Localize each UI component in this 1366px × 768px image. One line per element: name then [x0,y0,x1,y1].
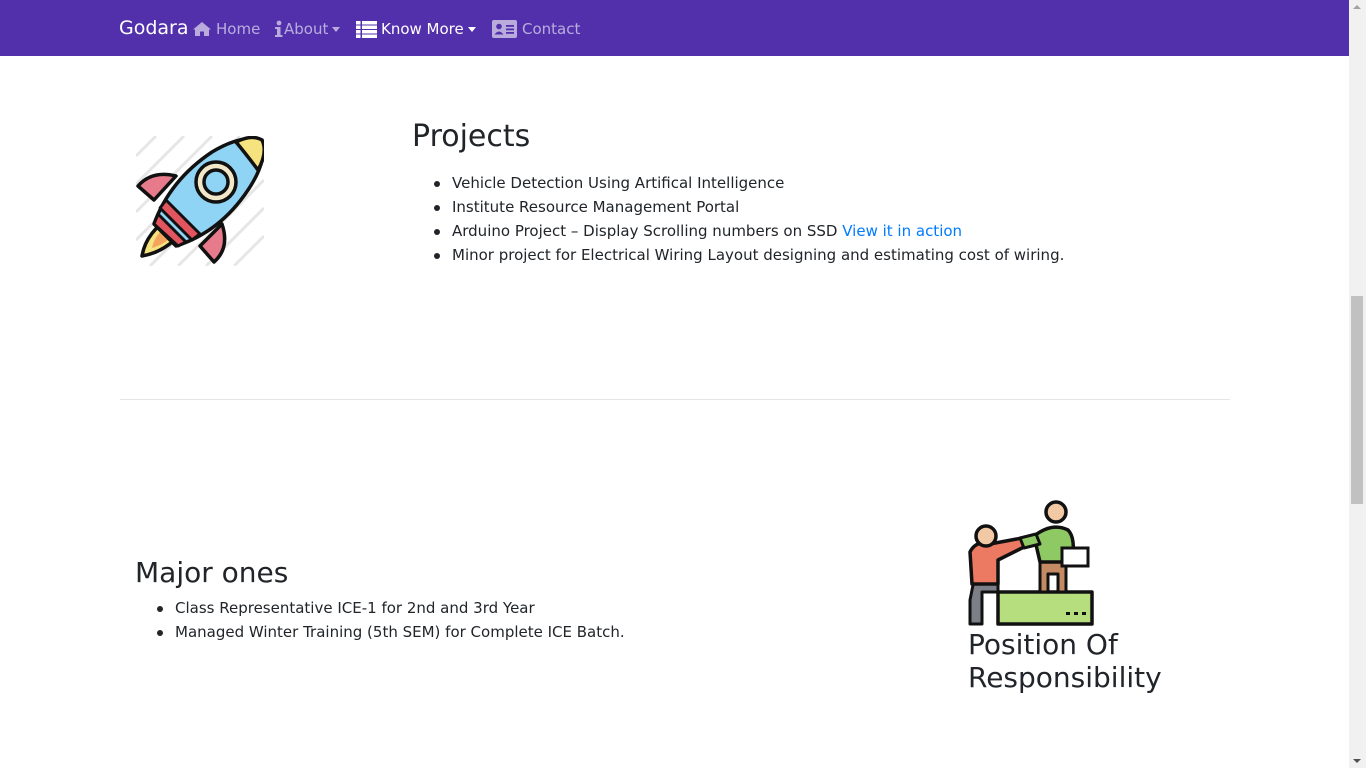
vertical-scrollbar[interactable] [1349,0,1366,768]
scroll-down-arrow-icon[interactable] [1353,759,1361,763]
projects-title: Projects [412,119,531,154]
list-item: Institute Resource Management Portal [433,195,1064,219]
view-in-action-link[interactable]: View it in action [842,222,962,240]
nav-know-more[interactable]: Know More [356,18,476,40]
nav-about[interactable]: About [274,18,341,40]
scroll-up-arrow-icon[interactable] [1353,5,1361,9]
home-icon [193,22,211,36]
section-divider [120,399,1230,400]
scrollbar-thumb[interactable] [1351,296,1363,504]
list-item: Managed Winter Training (5th SEM) for Co… [157,620,625,644]
nav-home[interactable]: Home [192,18,260,40]
list-item: Minor project for Electrical Wiring Layo… [433,243,1064,267]
rocket-icon [136,136,264,266]
list-icon [356,20,377,38]
list-item: Arduino Project – Display Scrolling numb… [433,219,1064,243]
address-card-icon [492,20,517,38]
navbar-brand[interactable]: Godara [119,17,189,39]
caret-down-icon [332,26,341,32]
list-item: Class Representative ICE-1 for 2nd and 3… [157,596,625,620]
nav-contact[interactable]: Contact [492,18,580,40]
position-of-responsibility-title: Position Of Responsibility [968,628,1162,694]
info-icon [275,20,283,37]
helping-hand-icon [968,500,1094,626]
nav-about-label: About [284,20,329,38]
list-item: Vehicle Detection Using Artifical Intell… [433,171,1064,195]
nav-know-more-label: Know More [381,20,464,38]
responsibility-list: Class Representative ICE-1 for 2nd and 3… [157,596,625,644]
major-ones-title: Major ones [135,556,289,589]
projects-list: Vehicle Detection Using Artifical Intell… [433,171,1064,267]
nav-contact-label: Contact [522,20,581,38]
nav-home-label: Home [216,20,261,38]
navbar: Godara Home About Know More Contact [0,0,1349,56]
caret-down-icon [467,26,476,32]
list-item-text: Arduino Project – Display Scrolling numb… [452,222,843,240]
